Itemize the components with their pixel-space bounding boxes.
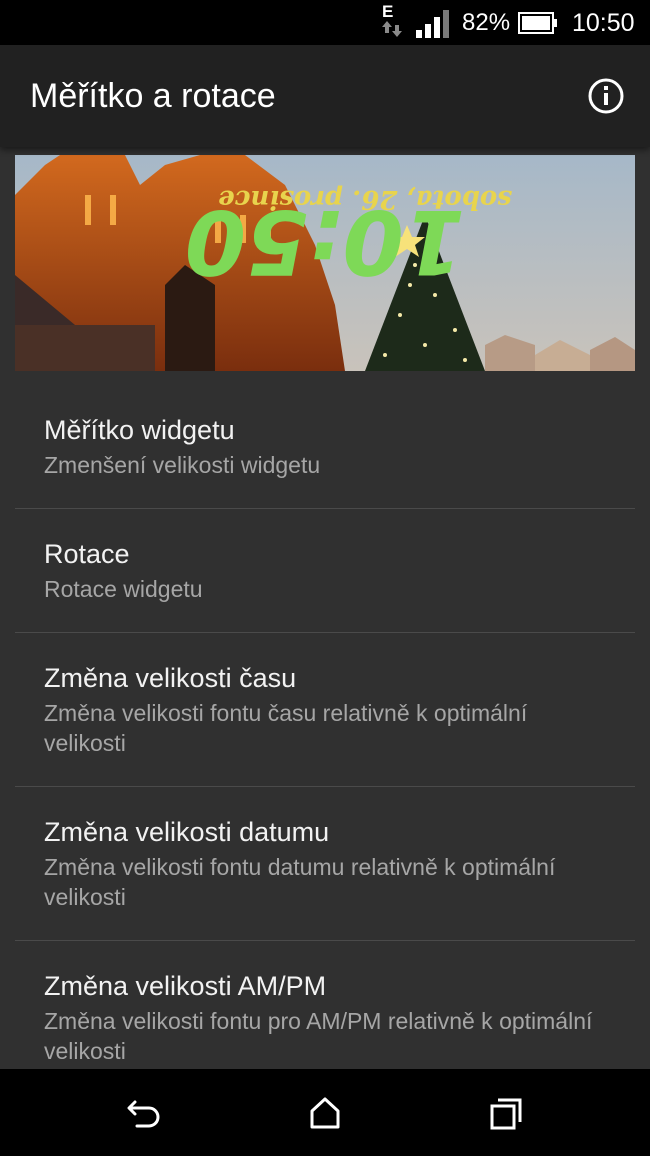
setting-date-size[interactable]: Změna velikosti datumu Změna velikosti f… <box>15 787 635 941</box>
setting-subtitle: Zmenšení velikosti widgetu <box>44 452 321 478</box>
back-icon <box>127 1100 160 1128</box>
settings-list: Měřítko widgetu Zmenšení velikosti widge… <box>0 385 650 1069</box>
clock: 10:50 <box>572 9 635 37</box>
app-bar: Měřítko a rotace <box>0 45 650 147</box>
signal-icon <box>416 10 449 38</box>
home-icon <box>310 1097 340 1129</box>
back-button[interactable] <box>125 1093 165 1133</box>
network-type-label: E <box>382 2 394 21</box>
recents-icon <box>490 1098 522 1130</box>
home-button[interactable] <box>305 1093 345 1133</box>
setting-rotation[interactable]: Rotace Rotace widgetu <box>15 509 635 633</box>
setting-title: Změna velikosti datumu <box>44 817 330 847</box>
widget-preview-image: 10:50 sobota, 26. prosince <box>15 155 635 371</box>
setting-widget-scale[interactable]: Měřítko widgetu Zmenšení velikosti widge… <box>15 385 635 509</box>
recents-button[interactable] <box>485 1093 525 1133</box>
mobile-data-indicator: E <box>378 3 406 41</box>
setting-title: Změna velikosti AM/PM <box>44 971 327 1001</box>
widget-preview: 10:50 sobota, 26. prosince <box>15 155 635 371</box>
setting-subtitle: Změna velikosti fontu pro AM/PM relativn… <box>44 1008 593 1064</box>
setting-title: Změna velikosti času <box>44 663 297 693</box>
widget-date: sobota, 26. prosince <box>218 184 513 214</box>
navigation-bar <box>0 1069 650 1156</box>
battery-icon <box>518 12 557 34</box>
info-icon <box>588 78 624 114</box>
info-button[interactable] <box>584 74 628 118</box>
setting-title: Měřítko widgetu <box>44 415 235 445</box>
data-arrows-icon <box>382 21 402 37</box>
setting-ampm-size[interactable]: Změna velikosti AM/PM Změna velikosti fo… <box>15 941 635 1069</box>
page-title: Měřítko a rotace <box>30 77 276 115</box>
battery-percent: 82% <box>462 9 511 36</box>
setting-subtitle: Rotace widgetu <box>44 576 203 602</box>
setting-subtitle: Změna velikosti fontu času relativně k o… <box>44 700 528 756</box>
setting-title: Rotace <box>44 539 130 569</box>
setting-time-size[interactable]: Změna velikosti času Změna velikosti fon… <box>15 633 635 787</box>
status-bar: E 82% 10:50 <box>0 0 650 45</box>
setting-subtitle: Změna velikosti fontu datumu relativně k… <box>44 854 556 910</box>
